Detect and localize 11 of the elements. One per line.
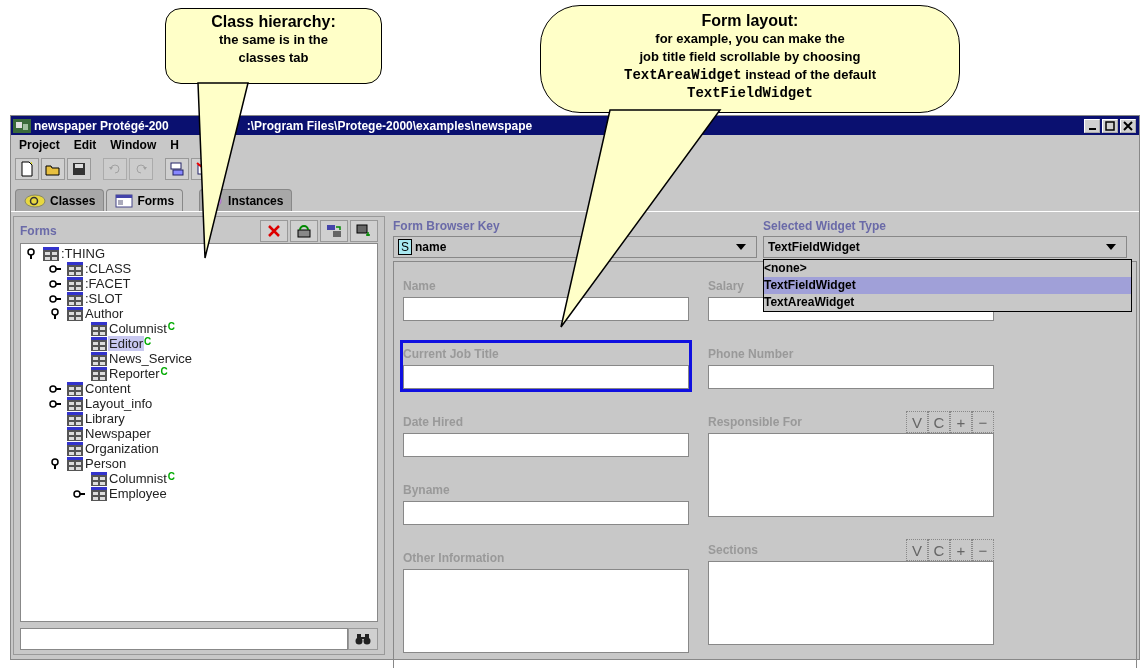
field-label: Selected Widget Type (763, 218, 888, 235)
window-title: newspaper Protégé-200 (34, 118, 169, 133)
field-label: Form Browser Key (393, 218, 501, 235)
window-title: :\Program Files\Protege-2000\examples\newspape (246, 118, 533, 133)
callout-bubble: Form layout: for example, you can make the job title field scrollable by choosing TextAreaWidget instead of the default TextFieldWidget (540, 5, 960, 113)
panel-title: Forms (20, 224, 57, 238)
callout-bubble: Class hierarchy: the same is in the classes tab (165, 8, 382, 84)
constraint-label: C (143, 336, 152, 347)
constraint-label: C (160, 366, 168, 377)
constraint-label: C (167, 471, 176, 482)
constraint-label: C (167, 321, 176, 332)
